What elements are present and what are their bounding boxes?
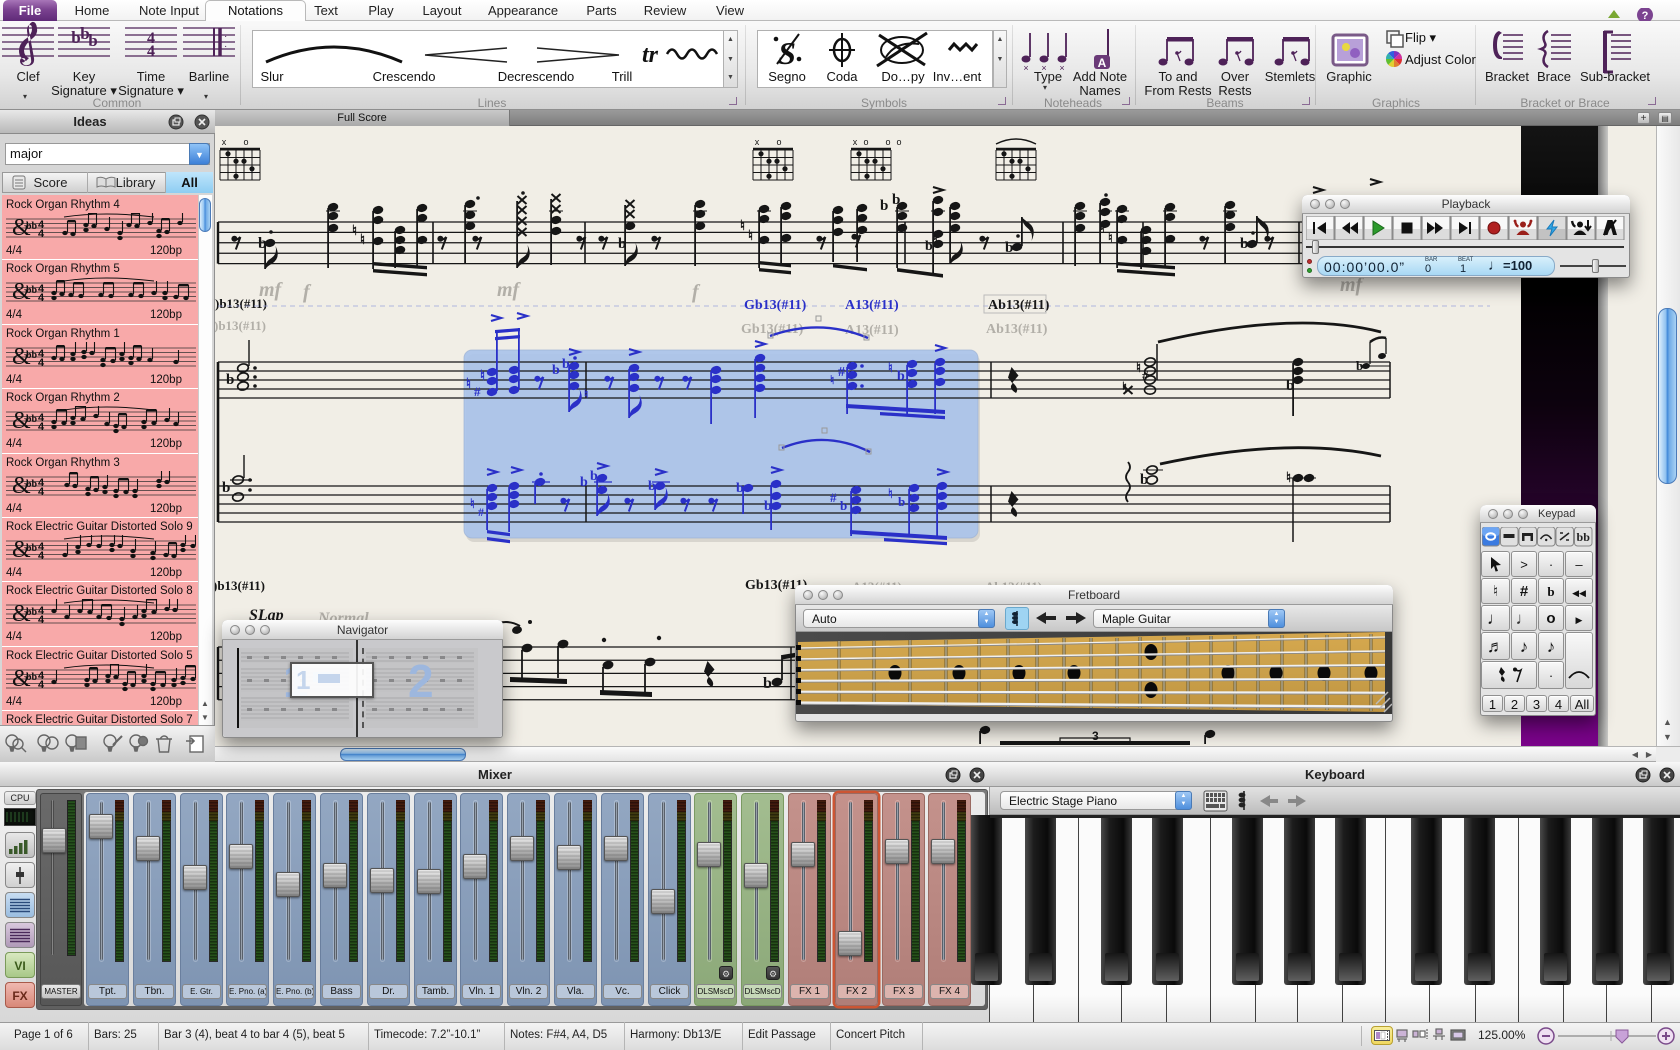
svg-text:♮: ♮ [888,360,893,375]
svg-text:)b13(#11): )b13(#11) [215,318,266,333]
svg-text:b: b [925,239,933,254]
svg-text:#: # [478,505,484,519]
svg-text:bb: bb [26,414,38,425]
svg-text:♮: ♮ [888,486,893,501]
svg-text:x: x [755,137,760,147]
svg-text:x: x [853,137,858,147]
svg-text:♮: ♮ [470,496,475,511]
svg-text:4: 4 [38,550,45,562]
svg-text:4: 4 [38,614,45,626]
svg-text:♮: ♮ [466,377,471,392]
svg-text:b: b [580,475,588,490]
svg-text:bb: bb [1577,530,1591,544]
svg-text:o: o [885,137,890,147]
svg-text:)b13(#11): )b13(#11) [215,296,267,311]
svg-text:4: 4 [38,421,45,433]
svg-text:o: o [776,137,781,147]
svg-text:#: # [838,365,845,380]
svg-text:bb: bb [26,607,38,618]
svg-text:4: 4 [147,43,155,60]
svg-text:b: b [226,372,234,388]
svg-text:bb: bb [26,672,38,683]
svg-text:4: 4 [38,679,45,691]
svg-text:♮: ♮ [933,230,938,245]
svg-text:bb: bb [26,479,38,490]
svg-text:mf: mf [497,279,522,301]
svg-text:#: # [830,490,837,505]
svg-text:o: o [243,137,248,147]
svg-text:b: b [222,480,230,496]
svg-text:♮: ♮ [584,387,588,401]
svg-text:4: 4 [38,292,45,304]
svg-text:4: 4 [38,357,45,369]
svg-text:Gb13(#11): Gb13(#11) [744,298,807,313]
svg-text:b: b [552,363,560,378]
svg-text:Ab13(#11): Ab13(#11) [988,298,1050,313]
svg-text:)b13(#11): )b13(#11) [215,578,265,593]
svg-text:b: b [763,675,772,692]
svg-text:x: x [222,137,227,147]
svg-text:3: 3 [1092,729,1099,743]
svg-text:♮: ♮ [830,373,834,387]
svg-text:b: b [840,498,847,513]
svg-text:b: b [898,494,905,509]
svg-text:4: 4 [38,486,45,498]
svg-text:#: # [474,384,481,399]
svg-text:·: · [224,41,227,52]
svg-text:♮: ♮ [740,219,745,234]
svg-text:A13(#11): A13(#11) [845,323,899,338]
svg-text:bb: bb [26,285,38,296]
svg-text:♮: ♮ [1108,230,1113,245]
svg-text:o: o [896,137,901,147]
svg-text:o: o [863,137,868,147]
svg-text:A13(#11): A13(#11) [845,298,899,313]
svg-text:Ab13(#11): Ab13(#11) [986,322,1048,337]
svg-text:bb: bb [26,221,38,232]
svg-text:f: f [303,281,312,303]
svg-text:♮: ♮ [748,229,753,244]
svg-text:b: b [88,31,97,50]
svg-text:b: b [880,198,888,214]
svg-text:4: 4 [38,228,45,240]
svg-text:♮: ♮ [352,224,357,239]
svg-text:f: f [692,281,701,303]
svg-text:♮: ♮ [480,369,485,384]
svg-text:♮: ♮ [1136,361,1141,376]
svg-text:bb: bb [26,543,38,554]
svg-text:b: b [897,369,905,384]
svg-text:bb: bb [26,350,38,361]
svg-text:♮: ♮ [360,233,365,248]
